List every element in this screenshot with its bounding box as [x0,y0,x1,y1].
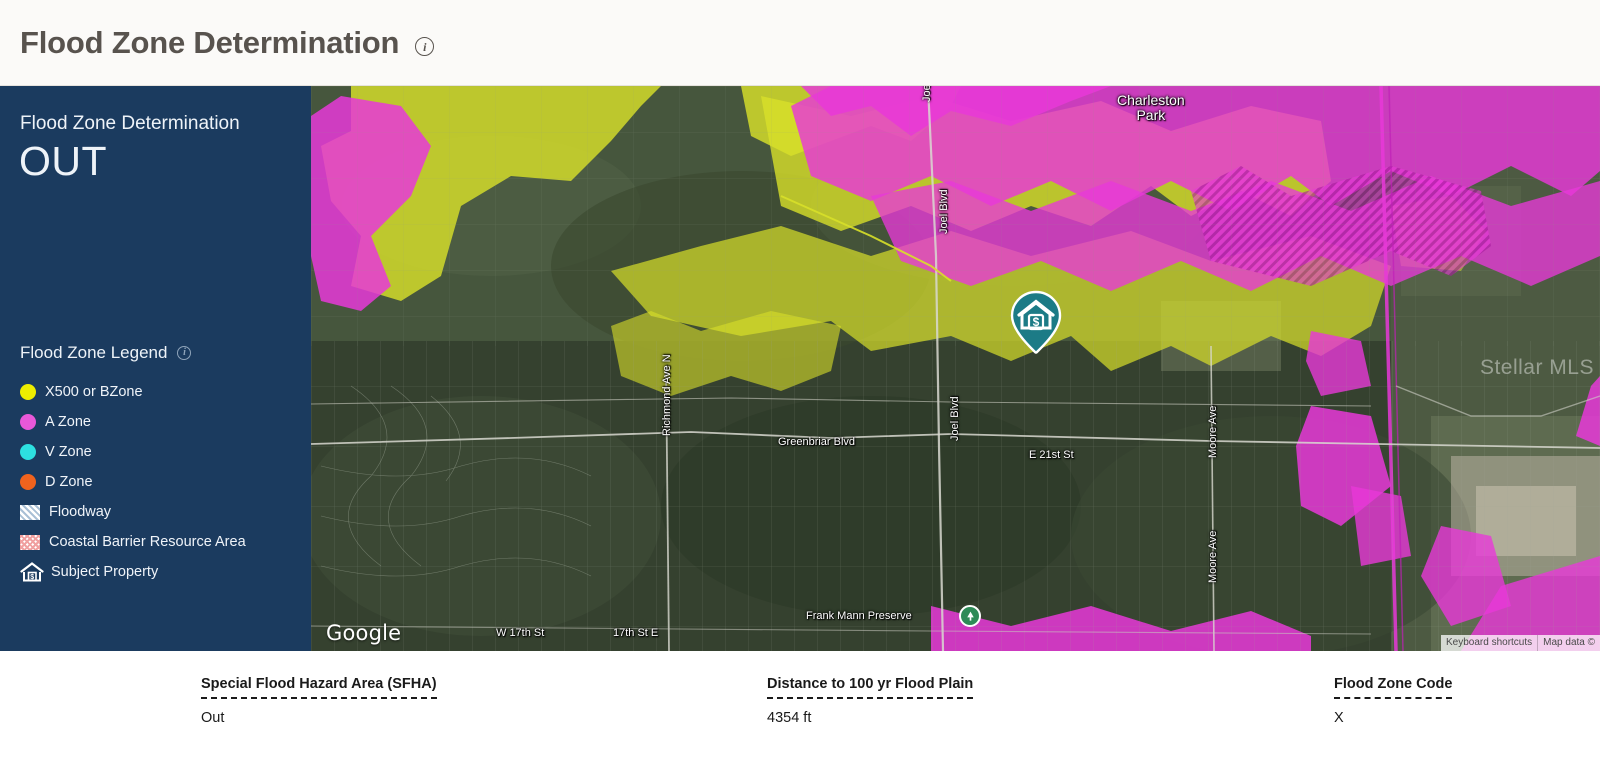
legend-title-row: Flood Zone Legend i [20,343,310,363]
fact-label: Special Flood Hazard Area (SFHA) [201,676,437,699]
fact-label: Distance to 100 yr Flood Plain [767,676,974,699]
flood-zone-sidebar: Flood Zone Determination OUT Flood Zone … [0,86,311,651]
legend-swatch-x500 [20,384,36,400]
subject-property-pin[interactable]: $ [1009,290,1063,354]
determination-label: Flood Zone Determination [20,113,240,134]
flood-zone-map[interactable]: $ Stellar MLS Google Keyboard shortcuts … [311,86,1600,651]
legend-info-icon[interactable]: i [177,346,192,360]
legend-swatch-floodway [20,504,40,520]
legend-swatch-a-zone [20,414,36,430]
map-data-attribution: Map data © [1537,635,1600,651]
legend-item: V Zone [20,437,310,467]
map-attribution: Keyboard shortcuts Map data © [1440,635,1600,651]
determination-value: OUT [19,138,108,184]
legend-item-label: Coastal Barrier Resource Area [49,534,246,550]
fact-sfha: Special Flood Hazard Area (SFHA) Out [201,675,437,726]
google-logo: Google [326,621,401,645]
stellar-mls-watermark: Stellar MLS [1479,356,1594,379]
legend-item: A Zone [20,407,310,437]
legend-item-label: D Zone [45,474,93,490]
legend-item: X500 or BZone [20,377,310,407]
fact-value: 4354 ft [767,710,812,726]
legend-item: D Zone [20,467,310,497]
park-tree-icon [959,605,981,627]
body-area: Flood Zone Determination OUT Flood Zone … [0,86,1600,651]
flood-zone-legend: Flood Zone Legend i X500 or BZone A Zone V… [20,343,310,587]
svg-text:$: $ [1033,315,1040,329]
legend-item-label: Subject Property [51,564,159,580]
legend-swatch-d-zone [20,474,36,490]
flood-facts-row: Special Flood Hazard Area (SFHA) Out Dis… [0,651,1600,771]
keyboard-shortcuts-button[interactable]: Keyboard shortcuts [1440,635,1538,651]
fact-value: Out [201,710,225,726]
legend-item-label: X500 or BZone [45,384,143,400]
legend-swatch-v-zone [20,444,36,460]
legend-swatch-cbra [20,534,40,550]
legend-item-label: A Zone [45,414,91,430]
legend-swatch-subject-property: $ [20,562,44,582]
google-logo-text: Google [326,621,402,645]
legend-item: Floodway [20,497,310,527]
legend-title: Flood Zone Legend [20,343,168,362]
fact-value: X [1334,710,1344,726]
legend-item: $ Subject Property [20,557,310,587]
legend-item: Coastal Barrier Resource Area [20,527,310,557]
legend-item-label: Floodway [49,504,112,520]
page-title: Flood Zone Determination [20,25,400,60]
flood-zone-determination-page: Flood Zone Determination i Flood Zone De… [0,0,1600,771]
fact-label: Flood Zone Code [1334,676,1453,699]
map-imagery[interactable] [311,86,1600,651]
legend-item-label: V Zone [45,444,92,460]
svg-text:$: $ [30,574,34,581]
info-icon[interactable]: i [415,37,435,56]
legend-item-list: X500 or BZone A Zone V Zone D Zone Floodway C… [20,377,310,587]
fact-distance-to-flood-plain: Distance to 100 yr Flood Plain 4354 ft [767,675,974,726]
page-header: Flood Zone Determination i [0,0,1600,86]
fact-flood-zone-code: Flood Zone Code X [1334,675,1453,726]
